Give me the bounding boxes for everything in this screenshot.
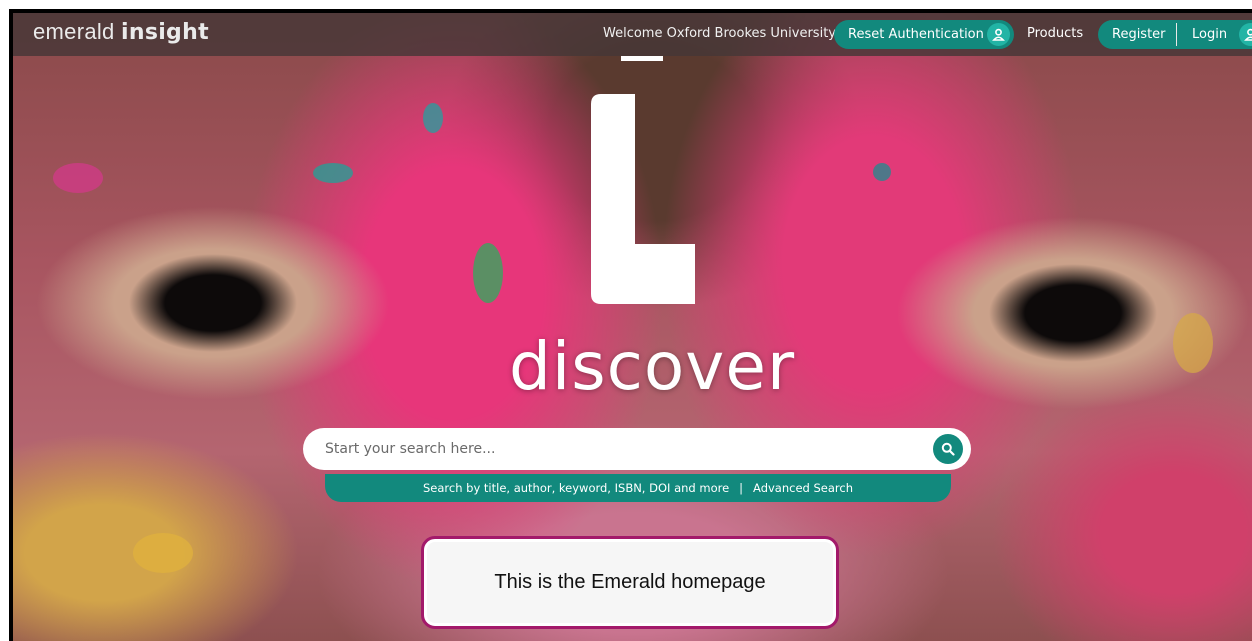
- reset-authentication-label: Reset Authentication: [848, 27, 984, 42]
- paint-speck: [133, 533, 193, 573]
- tutorial-caption: This is the Emerald homepage: [421, 536, 839, 629]
- login-button[interactable]: Login: [1192, 27, 1227, 42]
- advanced-search-link[interactable]: Advanced Search: [753, 481, 853, 495]
- search-button[interactable]: [933, 434, 963, 464]
- divider: [1176, 23, 1177, 46]
- register-login-group: Register Login: [1098, 20, 1252, 49]
- user-icon: [987, 23, 1010, 46]
- search-input[interactable]: [325, 428, 905, 470]
- hero-tagline: discover: [509, 328, 796, 405]
- tab-indicator: [621, 56, 663, 61]
- top-navigation-bar: emerald insight Welcome Oxford Brookes U…: [13, 13, 1252, 56]
- paint-speck: [473, 243, 503, 303]
- emerald-l-logo-icon: [591, 94, 695, 304]
- register-button[interactable]: Register: [1112, 27, 1166, 42]
- welcome-message: Welcome Oxford Brookes University: [603, 26, 836, 41]
- paint-speck: [873, 163, 891, 181]
- logo-text-bold: insight: [121, 20, 209, 45]
- emerald-insight-logo[interactable]: emerald insight: [33, 19, 209, 45]
- hint-separator: |: [739, 481, 744, 495]
- products-link[interactable]: Products: [1027, 26, 1083, 41]
- logo-text-light: emerald: [33, 19, 115, 44]
- reset-authentication-button[interactable]: Reset Authentication: [834, 20, 1014, 49]
- search-icon: [941, 442, 955, 456]
- paint-speck: [313, 163, 353, 183]
- paint-speck: [1173, 313, 1213, 373]
- paint-speck: [53, 163, 103, 193]
- screenshot-frame: emerald insight Welcome Oxford Brookes U…: [9, 9, 1252, 641]
- search-hint-bar: Search by title, author, keyword, ISBN, …: [325, 474, 951, 502]
- search-hint-text: Search by title, author, keyword, ISBN, …: [422, 481, 730, 495]
- caption-text: This is the Emerald homepage: [494, 571, 766, 593]
- user-icon[interactable]: [1239, 23, 1252, 46]
- paint-speck: [423, 103, 443, 133]
- search-box: [303, 428, 971, 470]
